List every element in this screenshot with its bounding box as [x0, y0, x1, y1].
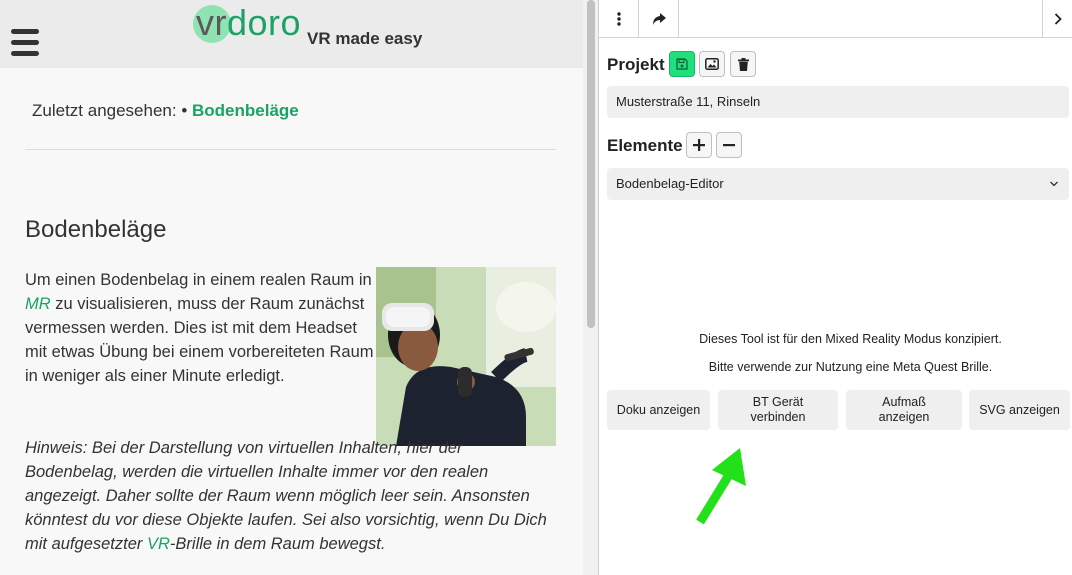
p2-text-b: -Brille in dem Raum bewegst.	[169, 535, 386, 553]
save-project-button[interactable]	[669, 51, 695, 77]
show-measurement-button[interactable]: Aufmaß anzeigen	[846, 390, 962, 430]
mr-link[interactable]: MR	[25, 295, 51, 313]
recently-viewed: Zuletzt angesehen: • Bodenbeläge	[32, 101, 299, 121]
elements-label: Elemente	[607, 136, 683, 155]
minus-icon	[723, 143, 735, 146]
project-name-field[interactable]: Musterstraße 11, Rinseln	[607, 86, 1069, 118]
plus-icon	[693, 139, 705, 151]
share-arrow-icon	[652, 12, 666, 25]
site-tagline: VR made easy	[307, 29, 423, 48]
recently-viewed-link[interactable]: Bodenbeläge	[192, 101, 299, 120]
article-image	[376, 267, 556, 446]
trash-icon	[737, 57, 749, 71]
more-button[interactable]	[599, 0, 639, 37]
hamburger-icon[interactable]	[11, 29, 39, 56]
app-window: vrdoro VR made easy Zuletzt angesehen: •…	[0, 0, 1072, 575]
scrollbar-thumb[interactable]	[587, 0, 595, 328]
add-element-button[interactable]	[686, 132, 712, 158]
p1-text-a: Um einen Bodenbelag in einem realen Raum…	[25, 271, 372, 289]
show-docs-button[interactable]: Doku anzeigen	[607, 390, 710, 430]
divider	[25, 149, 556, 150]
green-arrow-icon	[696, 448, 746, 525]
tool-panel: Projekt Musterstraße 11, Rinseln Element…	[599, 0, 1072, 575]
save-icon	[676, 58, 688, 70]
logo-doro: doro	[227, 2, 302, 43]
chevron-right-icon	[1054, 12, 1062, 25]
site-header: vrdoro VR made easy	[0, 0, 583, 68]
show-svg-button[interactable]: SVG anzeigen	[969, 390, 1070, 430]
image-icon	[705, 58, 719, 70]
chevron-down-icon	[1050, 181, 1058, 187]
vr-link[interactable]: VR	[147, 535, 170, 553]
documentation-pane: vrdoro VR made easy Zuletzt angesehen: •…	[0, 0, 583, 575]
image-button[interactable]	[699, 51, 725, 77]
project-label: Projekt	[607, 55, 665, 74]
share-button[interactable]	[639, 0, 679, 37]
info-text-quest: Bitte verwende zur Nutzung eine Meta Que…	[708, 360, 993, 374]
logo-vr: vr	[196, 2, 227, 43]
article-paragraph-2: Hinweis: Bei der Darstellung von virtuel…	[25, 436, 555, 556]
more-vertical-icon	[616, 11, 621, 26]
recently-viewed-label: Zuletzt angesehen: •	[32, 101, 188, 120]
connect-bt-device-button[interactable]: BT Gerät verbinden	[718, 390, 838, 430]
element-select[interactable]: Bodenbelag-Editor	[607, 168, 1069, 200]
panel-toolbar	[599, 0, 1072, 38]
delete-project-button[interactable]	[730, 51, 756, 77]
info-text-mr: Dieses Tool ist für den Mixed Reality Mo…	[699, 332, 1002, 346]
headset-user-image	[376, 267, 556, 446]
article-paragraph-1: Um einen Bodenbelag in einem realen Raum…	[25, 268, 375, 388]
remove-element-button[interactable]	[716, 132, 742, 158]
collapse-panel-button[interactable]	[1042, 0, 1072, 37]
p1-text-b: zu visualisieren, muss der Raum zunächst…	[25, 295, 374, 385]
element-select-value: Bodenbelag-Editor	[616, 176, 724, 191]
page-title: Bodenbeläge	[25, 216, 167, 243]
site-logo[interactable]: vrdoro	[196, 0, 301, 46]
